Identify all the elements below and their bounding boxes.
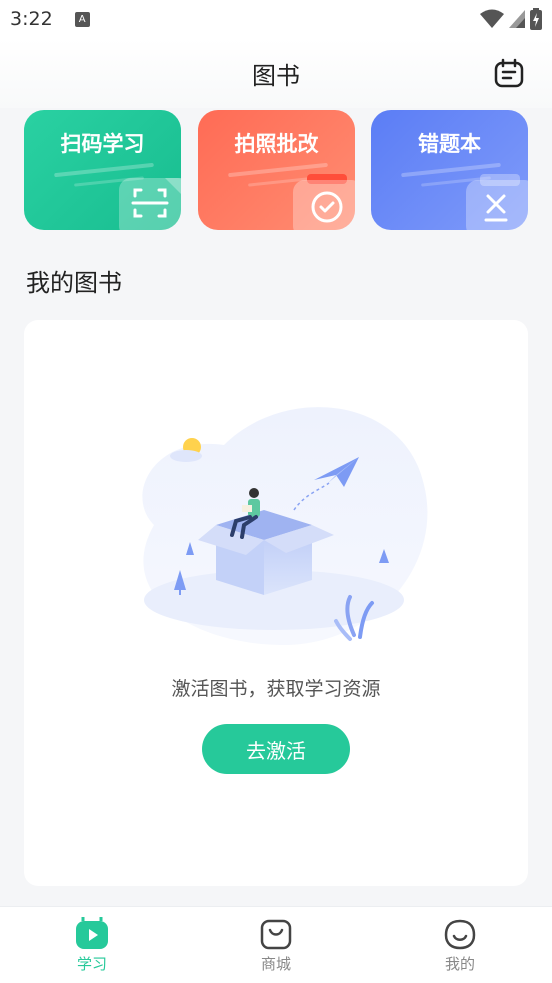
mall-bag-icon <box>260 919 292 950</box>
nav-label-study: 学习 <box>76 955 107 973</box>
wrong-book-card[interactable]: 错题本 <box>371 110 528 230</box>
notification-icon: A <box>74 11 90 27</box>
study-play-icon <box>76 917 108 949</box>
bottom-nav: 学习 商城 我的 <box>0 906 552 983</box>
nav-label-mine: 我的 <box>444 955 475 973</box>
header: 图书 <box>0 38 552 108</box>
scan-study-label: 扫码学习 <box>60 132 145 156</box>
nav-label-mall: 商城 <box>260 955 291 973</box>
my-books-panel: 激活图书，获取学习资源 去激活 <box>24 320 528 886</box>
activate-button[interactable]: 去激活 <box>202 724 350 774</box>
calendar-icon <box>494 58 524 88</box>
status-time: 3:22 <box>10 8 53 30</box>
signal-icon <box>509 10 525 28</box>
status-icons <box>480 8 542 30</box>
camera-icon <box>293 174 355 230</box>
calendar-button[interactable] <box>494 58 524 88</box>
empty-state-message: 激活图书，获取学习资源 <box>171 678 381 700</box>
page-title: 图书 <box>252 62 300 90</box>
profile-face-icon <box>444 919 476 950</box>
wifi-icon <box>480 9 504 28</box>
battery-icon <box>530 8 542 30</box>
nav-item-mall[interactable]: 商城 <box>231 917 321 974</box>
wrong-book-icon <box>466 174 528 230</box>
wrong-book-label: 错题本 <box>418 132 481 156</box>
scan-icon <box>119 178 181 230</box>
scan-study-card[interactable]: 扫码学习 <box>24 110 181 230</box>
status-bar: 3:22 A <box>0 0 552 38</box>
photo-correct-label: 拍照批改 <box>234 132 319 156</box>
quick-actions: 扫码学习 拍照批改 错题本 <box>24 110 528 230</box>
my-books-title: 我的图书 <box>26 269 122 297</box>
nav-item-mine[interactable]: 我的 <box>415 917 505 974</box>
nav-item-study[interactable]: 学习 <box>47 917 137 974</box>
photo-correct-card[interactable]: 拍照批改 <box>198 110 355 230</box>
empty-box-illustration <box>142 407 428 645</box>
